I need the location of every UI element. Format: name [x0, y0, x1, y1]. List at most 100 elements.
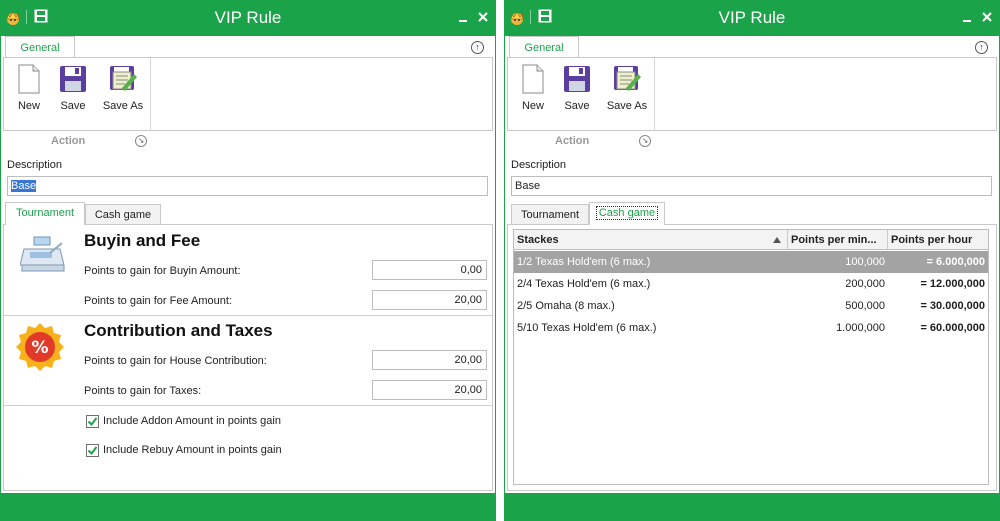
table-row[interactable]: 1/2 Texas Hold'em (6 max.) 100,000 = 6.0…	[514, 251, 988, 273]
ribbon-tab-general[interactable]: General	[509, 36, 579, 58]
cell-stake: 1/2 Texas Hold'em (6 max.)	[517, 256, 651, 268]
cell-points-per-min: 200,000	[845, 278, 885, 290]
fee-points-label: Points to gain for Fee Amount:	[84, 295, 232, 307]
house-contribution-label: Points to gain for House Contribution:	[84, 355, 267, 367]
ribbon-group-separator	[150, 58, 151, 130]
taxes-points-input[interactable]: 20,00	[372, 380, 487, 400]
save-as-icon	[614, 66, 641, 91]
window-title: VIP Rule	[718, 8, 786, 27]
new-button[interactable]: New	[518, 64, 548, 112]
close-icon[interactable]	[980, 10, 994, 24]
window-client: General ↑ New Save Save As Action ↘ Desc…	[1, 36, 495, 521]
save-button[interactable]: Save	[56, 64, 90, 112]
app-crown-icon[interactable]	[508, 8, 526, 26]
ribbon-panel: New Save Save As	[3, 57, 493, 131]
tab-tournament[interactable]: Tournament	[511, 204, 589, 225]
status-bar	[505, 493, 999, 521]
column-header-stackes[interactable]: Stackes	[514, 230, 788, 250]
include-addon-checkbox[interactable]	[86, 415, 99, 428]
contribution-section-title: Contribution and Taxes	[84, 321, 273, 340]
save-as-button[interactable]: Save As	[100, 64, 146, 112]
dialog-launcher-icon[interactable]: ↘	[135, 135, 147, 147]
description-input[interactable]: Base	[7, 176, 488, 196]
dialog-launcher-icon[interactable]: ↘	[639, 135, 651, 147]
ribbon-group-label: Action	[51, 135, 86, 147]
column-header-points-per-hour[interactable]: Points per hour	[888, 230, 988, 250]
include-rebuy-checkbox[interactable]	[86, 444, 99, 457]
ribbon-group-action: Action ↘	[507, 131, 997, 151]
app-crown-icon[interactable]	[4, 8, 22, 26]
checkbox-check-icon	[87, 417, 98, 427]
new-document-icon	[522, 64, 544, 94]
window-client: General ↑ New Save Save As Action ↘ Desc…	[505, 36, 999, 521]
include-addon-label: Include Addon Amount in points gain	[103, 415, 281, 427]
collapse-ribbon-icon[interactable]: ↑	[471, 41, 484, 54]
sort-ascending-icon	[773, 237, 781, 243]
table-row[interactable]: 5/10 Texas Hold'em (6 max.) 1.000,000 = …	[514, 317, 988, 339]
tab-strip: Tournament Cash game	[507, 202, 997, 225]
save-button[interactable]: Save	[560, 64, 594, 112]
cash-register-icon	[20, 236, 65, 272]
tab-cash-game-label: Cash game	[595, 206, 659, 220]
column-header-points-per-min[interactable]: Points per min...	[788, 230, 888, 250]
buyin-points-label: Points to gain for Buyin Amount:	[84, 265, 241, 277]
ribbon-group-label: Action	[555, 135, 590, 147]
cell-points-per-hour: = 30.000,000	[920, 300, 985, 312]
ribbon-tab-general[interactable]: General	[5, 36, 75, 58]
include-rebuy-label: Include Rebuy Amount in points gain	[103, 444, 282, 456]
save-as-button-label: Save As	[606, 100, 648, 112]
percent-badge-icon: %	[16, 323, 64, 371]
cash-game-grid[interactable]: Stackes Points per min... Points per hou…	[513, 229, 989, 485]
description-input[interactable]: Base	[511, 176, 992, 196]
cell-points-per-hour: = 6.000,000	[926, 256, 985, 268]
tab-cash-game[interactable]: Cash game	[85, 204, 161, 225]
save-icon[interactable]	[538, 9, 552, 23]
table-row[interactable]: 2/5 Omaha (8 max.) 500,000 = 30.000,000	[514, 295, 988, 317]
new-button-label: New	[17, 100, 40, 112]
tab-strip: Tournament Cash game	[3, 202, 493, 225]
status-bar	[1, 493, 495, 521]
new-button-label: New	[521, 100, 544, 112]
close-icon[interactable]	[476, 10, 490, 24]
cell-points-per-hour: = 60.000,000	[920, 322, 985, 334]
save-icon	[60, 66, 86, 92]
cell-stake: 2/5 Omaha (8 max.)	[517, 300, 615, 312]
description-value: Base	[11, 180, 37, 192]
tab-tournament[interactable]: Tournament	[5, 202, 85, 225]
section-divider	[4, 405, 492, 406]
house-contribution-input[interactable]: 20,00	[372, 350, 487, 370]
window-title: VIP Rule	[214, 8, 282, 27]
titlebar-separator	[530, 10, 531, 24]
save-button-label: Save	[564, 100, 590, 112]
save-as-icon	[110, 66, 137, 91]
save-icon[interactable]	[34, 9, 48, 23]
buyin-points-input[interactable]: 0,00	[372, 260, 487, 280]
grid-header: Stackes Points per min... Points per hou…	[514, 230, 988, 250]
ribbon-group-action: Action ↘	[3, 131, 493, 151]
description-label: Description	[511, 159, 567, 171]
save-as-button[interactable]: Save As	[604, 64, 650, 112]
taxes-points-label: Points to gain for Taxes:	[84, 385, 202, 397]
table-row[interactable]: 2/4 Texas Hold'em (6 max.) 200,000 = 12.…	[514, 273, 988, 295]
save-button-label: Save	[60, 100, 86, 112]
buyin-section-title: Buyin and Fee	[84, 231, 201, 250]
cell-points-per-min: 500,000	[845, 300, 885, 312]
title-bar: VIP Rule	[504, 0, 1000, 36]
column-header-label: Stackes	[517, 234, 559, 246]
ribbon-group-separator	[654, 58, 655, 130]
tab-cash-game[interactable]: Cash game	[589, 202, 665, 225]
new-document-icon	[18, 64, 40, 94]
title-bar: VIP Rule	[0, 0, 496, 36]
minimize-icon[interactable]	[456, 10, 470, 24]
svg-text:%: %	[31, 338, 48, 358]
minimize-icon[interactable]	[960, 10, 974, 24]
cell-stake: 5/10 Texas Hold'em (6 max.)	[517, 322, 657, 334]
collapse-ribbon-icon[interactable]: ↑	[975, 41, 988, 54]
ribbon-panel: New Save Save As	[507, 57, 997, 131]
vip-rule-window-cash-game: VIP Rule General ↑ New Save Save As Acti…	[504, 0, 1000, 521]
new-button[interactable]: New	[14, 64, 44, 112]
fee-points-input[interactable]: 20,00	[372, 290, 487, 310]
description-value: Base	[515, 180, 541, 192]
save-as-button-label: Save As	[102, 100, 144, 112]
vip-rule-window-tournament: VIP Rule General ↑ New Save Save As Acti…	[0, 0, 496, 521]
